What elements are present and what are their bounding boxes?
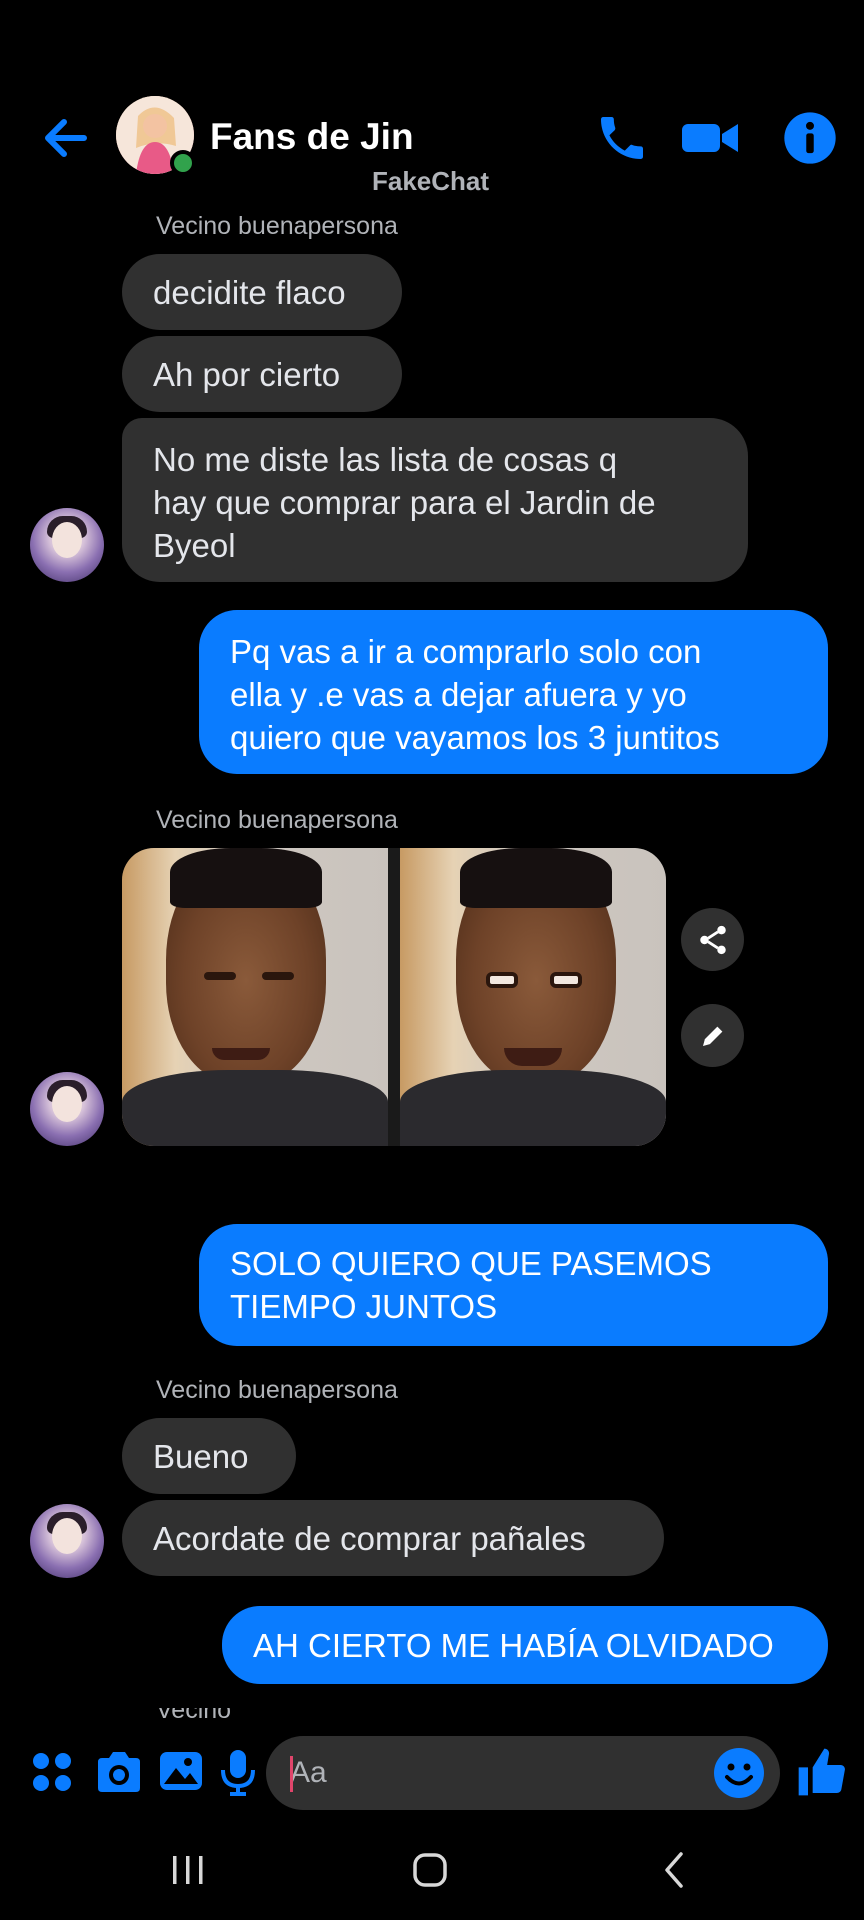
contact-avatar[interactable] <box>30 508 104 582</box>
sender-name: Vecino buenapersona <box>156 212 398 240</box>
message-text: Acordate de comprar pañales <box>153 1519 586 1557</box>
message-bubble-outgoing[interactable]: Pq vas a ir a comprarlo solo con ella y … <box>199 610 828 774</box>
meme-photo[interactable] <box>122 848 666 1146</box>
message-bubble[interactable]: Acordate de comprar pañales <box>122 1500 664 1576</box>
message-composer[interactable] <box>266 1736 780 1810</box>
message-text-line: Byeol <box>153 527 236 564</box>
text-caret <box>290 1756 293 1792</box>
edit-button[interactable] <box>681 1004 744 1067</box>
back-icon[interactable] <box>644 1840 704 1900</box>
back-arrow-icon[interactable] <box>38 110 94 166</box>
message-bubble[interactable]: No me diste las lista de cosas q hay que… <box>122 418 748 582</box>
contact-avatar[interactable] <box>30 1072 104 1146</box>
message-text-line: quiero que vayamos los 3 juntitos <box>230 719 720 756</box>
share-button[interactable] <box>681 908 744 971</box>
online-status-dot <box>170 150 196 176</box>
sender-name-clipped: Vecino buenapersona <box>156 1708 276 1720</box>
message-text-line: TIEMPO JUNTOS <box>230 1288 498 1325</box>
message-bubble[interactable]: decidite flaco <box>122 254 402 330</box>
group-avatar[interactable] <box>116 96 196 176</box>
message-text-line: hay que comprar para el Jardin de <box>153 484 656 521</box>
thumbs-up-icon[interactable] <box>794 1744 850 1800</box>
message-text-line: No me diste las lista de cosas q <box>153 441 618 478</box>
apps-icon[interactable] <box>28 1748 76 1796</box>
chat-title[interactable]: Fans de Jin <box>210 116 414 158</box>
message-bubble[interactable]: Ah por cierto <box>122 336 402 412</box>
contact-avatar[interactable] <box>30 1504 104 1578</box>
message-bubble-outgoing[interactable]: AH CIERTO ME HABÍA OLVIDADO <box>222 1606 828 1684</box>
video-camera-icon[interactable] <box>680 110 738 166</box>
message-bubble-outgoing[interactable]: SOLO QUIERO QUE PASEMOS TIEMPO JUNTOS <box>199 1224 828 1346</box>
watermark-label: FakeChat <box>372 166 490 196</box>
gallery-icon[interactable] <box>158 1748 206 1796</box>
emoji-icon[interactable] <box>712 1746 766 1800</box>
message-text: AH CIERTO ME HABÍA OLVIDADO <box>253 1626 774 1664</box>
message-input[interactable] <box>290 1736 710 1810</box>
sender-name: Vecino buenapersona <box>156 1376 398 1404</box>
message-text: decidite flaco <box>153 273 346 311</box>
recent-apps-icon[interactable] <box>158 1840 218 1900</box>
microphone-icon[interactable] <box>218 1748 266 1796</box>
camera-icon[interactable] <box>94 1748 142 1796</box>
photo-panel-right <box>400 848 666 1146</box>
pencil-icon <box>702 1026 722 1046</box>
home-icon[interactable] <box>400 1840 460 1900</box>
message-text-line: Pq vas a ir a comprarlo solo con <box>230 633 702 670</box>
sender-name: Vecino buenapersona <box>156 806 398 834</box>
phone-icon[interactable] <box>594 110 650 166</box>
info-icon[interactable] <box>782 110 838 166</box>
share-icon <box>699 925 726 954</box>
message-bubble[interactable]: Bueno <box>122 1418 296 1494</box>
photo-panel-left <box>122 848 388 1146</box>
chat-header: Fans de Jin FakeChat <box>0 90 864 196</box>
message-text: Ah por cierto <box>153 355 341 393</box>
message-text-line: SOLO QUIERO QUE PASEMOS <box>230 1245 712 1282</box>
message-text: Bueno <box>153 1437 249 1475</box>
message-text-line: ella y .e vas a dejar afuera y yo <box>230 676 687 713</box>
